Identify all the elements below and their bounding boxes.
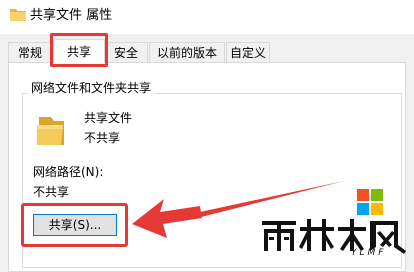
network-path-value: 不共享 [33, 185, 70, 199]
tab-general[interactable]: 常规 [8, 42, 52, 62]
window-title: 共享文件 属性 [30, 8, 113, 23]
folder-icon [37, 117, 64, 145]
windows-logo-icon [357, 189, 383, 215]
tab-customize[interactable]: 自定义 [226, 42, 270, 62]
shared-item-status: 不共享 [84, 131, 121, 145]
share-button-highlight-box [21, 203, 128, 247]
folder-icon [10, 9, 26, 21]
network-path-label: 网络路径(N): [33, 165, 104, 179]
brand-tagline: YLMF [351, 248, 387, 258]
group-title: 网络文件和文件夹共享 [28, 80, 155, 96]
brand-logo [262, 189, 406, 254]
tab-previous-versions[interactable]: 以前的版本 [149, 42, 225, 62]
shared-item-name: 共享文件 [84, 111, 133, 125]
tab-highlight-box [50, 33, 108, 67]
tab-security[interactable]: 安全 [104, 42, 148, 62]
